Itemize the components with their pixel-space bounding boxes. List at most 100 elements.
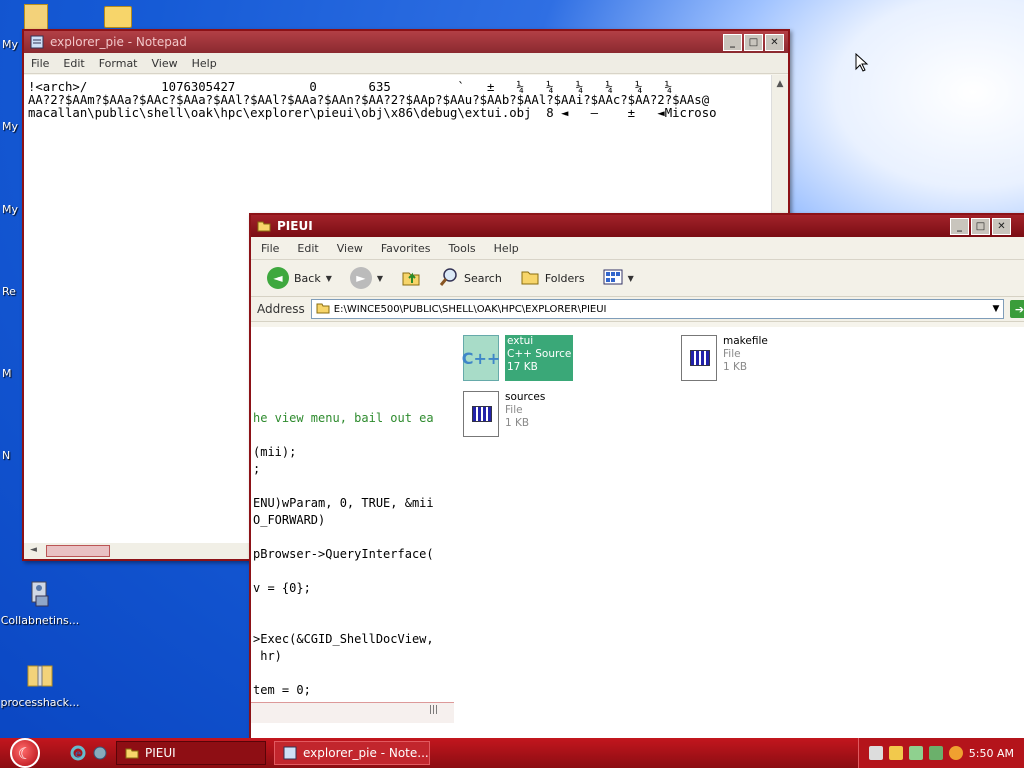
cpp-source-icon: C++ <box>462 335 500 381</box>
code-line: pBrowser->QueryInterface( <box>253 547 434 561</box>
code-line: hr) <box>253 649 282 663</box>
menu-tools[interactable]: Tools <box>440 242 485 255</box>
file-name: makefile <box>723 335 768 347</box>
back-arrow-icon: ◄ <box>267 267 289 289</box>
notepad-titlebar[interactable]: explorer_pie - Notepad _ □ ✕ <box>24 31 788 53</box>
desktop-icon-collabnet[interactable]: Collabnetins... <box>0 578 80 627</box>
desktop-icon-label: Collabnetins... <box>0 614 80 627</box>
notepad-title: explorer_pie - Notepad <box>50 35 187 49</box>
menu-view[interactable]: View <box>145 57 185 70</box>
tray-network-icon[interactable] <box>888 746 903 760</box>
forward-arrow-icon: ► <box>349 267 372 289</box>
folders-label: Folders <box>544 271 585 285</box>
tray-sync-icon[interactable] <box>908 746 923 760</box>
desktop-label-partial: N <box>2 449 11 462</box>
file-name: sources <box>505 391 546 403</box>
file-size: 17 KB <box>507 361 538 373</box>
chevron-down-icon[interactable]: ▼ <box>993 304 1000 314</box>
back-button[interactable]: ◄ Back ▼ <box>261 265 338 291</box>
file-list-pane[interactable]: he view menu, bail out ea (mii); ; ENU)w… <box>251 327 1024 755</box>
tray-security-icon[interactable] <box>928 746 943 760</box>
desktop-label-partial: My <box>2 203 19 216</box>
maximize-button[interactable]: □ <box>744 33 763 51</box>
taskbar: ☾ e PIEUI explorer_pie - Note... 5:50 AM <box>0 738 1024 768</box>
code-line: tem = 0; <box>253 683 311 697</box>
code-fragment-scrollbar: ||| <box>251 702 454 723</box>
file-item-sources[interactable]: sources File 1 KB <box>463 391 545 437</box>
zip-folder-icon <box>24 660 56 692</box>
clock[interactable]: 5:50 AM <box>969 747 1014 760</box>
close-button[interactable]: ✕ <box>992 217 1011 235</box>
desktop-documents-icon[interactable] <box>24 4 48 32</box>
explorer-toolbar: ◄ Back ▼ ► ▼ Search Folders ▼ <box>251 260 1024 297</box>
go-arrow-icon[interactable]: ➔ <box>1010 300 1024 318</box>
search-label: Search <box>464 271 502 285</box>
close-button[interactable]: ✕ <box>765 33 784 51</box>
scroll-grip-icon: ||| <box>429 705 439 715</box>
menu-format[interactable]: Format <box>92 57 145 70</box>
menu-help[interactable]: Help <box>485 242 528 255</box>
taskbar-item-notepad[interactable]: explorer_pie - Note... <box>274 741 430 765</box>
start-logo-icon: ☾ <box>10 738 40 768</box>
notepad-line: macallan\public\shell\oak\hpc\explorer\p… <box>28 106 717 120</box>
menu-favorites[interactable]: Favorites <box>372 242 440 255</box>
up-folder-icon <box>401 267 421 290</box>
address-value: E:\WINCE500\PUBLIC\SHELL\OAK\HPC\EXPLORE… <box>333 303 607 315</box>
search-icon <box>439 267 459 290</box>
task-label: PIEUI <box>145 746 176 760</box>
chevron-down-icon[interactable]: ▼ <box>326 274 332 283</box>
minimize-button[interactable]: _ <box>950 217 969 235</box>
notepad-icon <box>283 746 297 760</box>
folder-icon <box>316 302 330 317</box>
file-item-extui[interactable]: C++ extui C++ Source 17 KB <box>462 335 574 381</box>
generic-file-icon <box>463 391 499 437</box>
mouse-cursor-icon <box>855 53 869 72</box>
desktop-icon-processhacker[interactable]: processhack... <box>0 660 80 709</box>
scroll-up-icon[interactable]: ▲ <box>772 79 788 89</box>
search-button[interactable]: Search <box>433 265 508 292</box>
tray-search-icon[interactable] <box>948 746 963 760</box>
folders-button[interactable]: Folders <box>514 265 591 292</box>
menu-file[interactable]: File <box>251 242 288 255</box>
explorer-title: PIEUI <box>277 219 313 233</box>
minimize-button[interactable]: _ <box>723 33 742 51</box>
file-meta: sources File 1 KB <box>505 391 545 437</box>
chevron-down-icon[interactable]: ▼ <box>377 274 383 283</box>
forward-button[interactable]: ► ▼ <box>344 265 389 291</box>
code-line: >Exec(&CGID_ShellDocView, <box>253 632 434 646</box>
menu-edit[interactable]: Edit <box>56 57 91 70</box>
menu-edit[interactable]: Edit <box>288 242 327 255</box>
internet-explorer-icon[interactable]: e <box>70 745 86 761</box>
scroll-left-icon[interactable]: ◄ <box>30 545 37 555</box>
system-tray: 5:50 AM <box>857 738 1024 768</box>
file-meta: makefile File 1 KB <box>723 335 768 381</box>
file-name: extui <box>507 335 534 347</box>
code-line: he view menu, bail out ea <box>253 411 434 425</box>
chevron-down-icon[interactable]: ▼ <box>628 274 634 283</box>
menu-view[interactable]: View <box>328 242 372 255</box>
folder-icon <box>257 219 271 233</box>
ie-alt-icon[interactable] <box>92 745 108 761</box>
maximize-button[interactable]: □ <box>971 217 990 235</box>
views-icon <box>603 269 623 288</box>
menu-help[interactable]: Help <box>185 57 224 70</box>
menu-file[interactable]: File <box>24 57 56 70</box>
scroll-thumb[interactable] <box>46 545 110 557</box>
folder-icon <box>125 748 139 759</box>
desktop-folder-icon[interactable] <box>104 6 132 28</box>
installer-icon <box>24 578 56 610</box>
explorer-window[interactable]: PIEUI _ □ ✕ File Edit View Favorites Too… <box>249 213 1024 757</box>
address-input[interactable]: E:\WINCE500\PUBLIC\SHELL\OAK\HPC\EXPLORE… <box>310 299 1005 319</box>
views-button[interactable]: ▼ <box>597 267 640 290</box>
explorer-menubar: File Edit View Favorites Tools Help <box>251 237 1024 260</box>
start-button[interactable]: ☾ <box>0 738 50 768</box>
desktop-label-partial: Re <box>2 285 16 298</box>
folders-icon <box>520 267 540 290</box>
file-item-makefile[interactable]: makefile File 1 KB <box>681 335 768 381</box>
task-label: explorer_pie - Note... <box>303 746 429 760</box>
taskbar-item-pieui[interactable]: PIEUI <box>116 741 266 765</box>
tray-printer-icon[interactable] <box>868 746 883 760</box>
up-folder-button[interactable] <box>395 265 427 292</box>
explorer-titlebar[interactable]: PIEUI _ □ ✕ <box>251 215 1024 237</box>
desktop-label-partial: My <box>2 120 19 133</box>
